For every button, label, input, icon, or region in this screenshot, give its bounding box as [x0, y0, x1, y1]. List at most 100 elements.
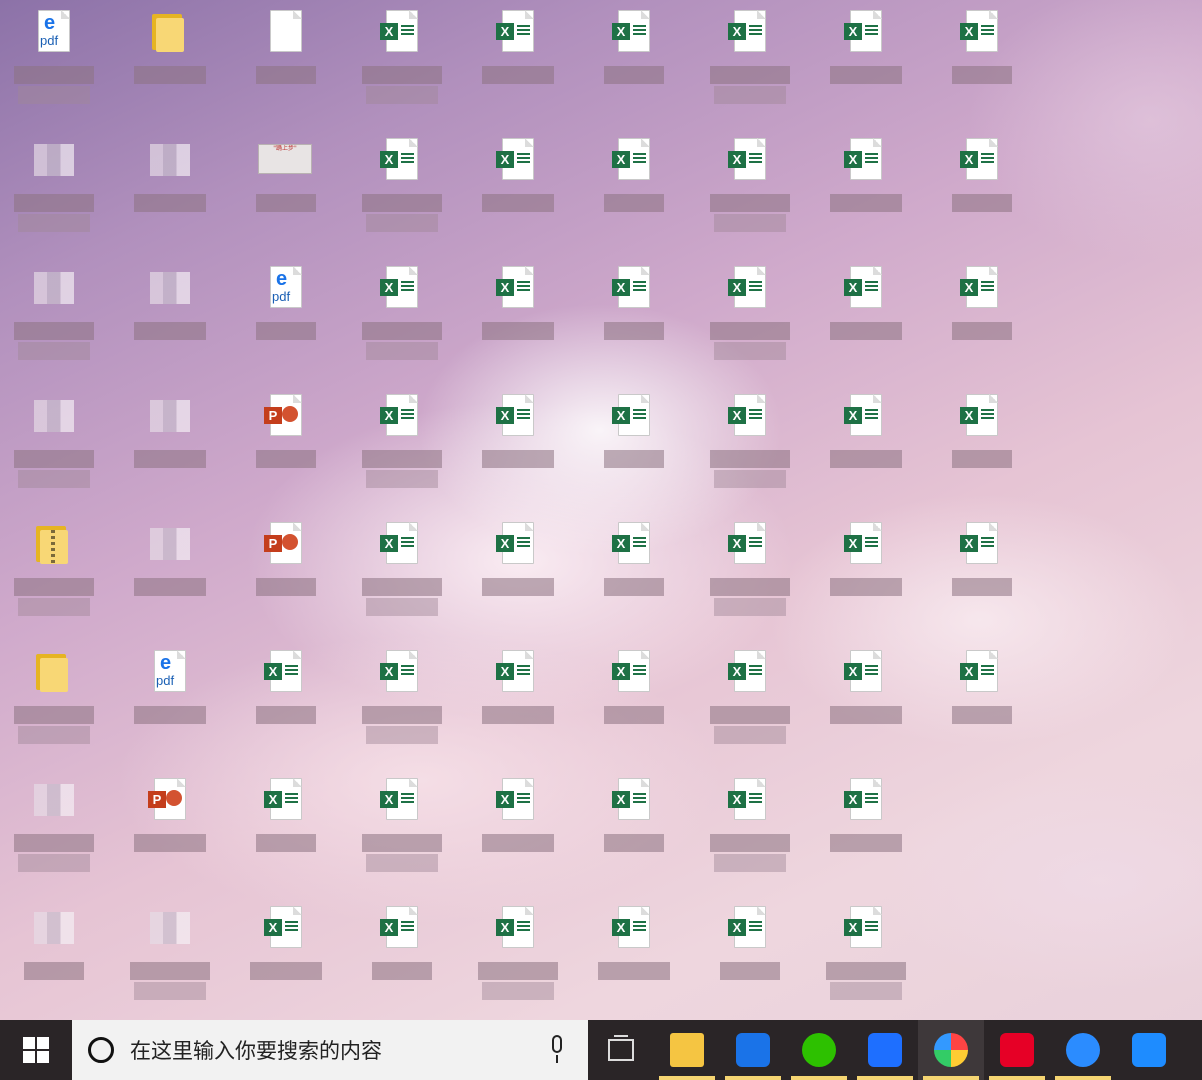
excel-file-icon: X — [496, 906, 540, 950]
desktop-icon[interactable]: X — [816, 770, 916, 894]
desktop-icon[interactable]: X — [352, 258, 452, 382]
desktop-icon[interactable]: X — [352, 2, 452, 126]
desktop-icon-label-redacted — [826, 578, 906, 598]
desktop-icon[interactable]: X — [584, 770, 684, 894]
excel-file-icon: X — [380, 266, 424, 310]
desktop-icon[interactable]: X — [700, 898, 800, 1022]
desktop-icon[interactable]: X — [700, 2, 800, 126]
desktop-icon[interactable]: X — [468, 258, 568, 382]
desktop-icon[interactable]: X — [236, 770, 336, 894]
excel-file-icon: X — [496, 778, 540, 822]
desktop-icon[interactable]: X — [584, 258, 684, 382]
desktop-icon[interactable]: e pdf — [120, 642, 220, 766]
edge-icon — [736, 1033, 770, 1067]
task-view-button[interactable] — [588, 1020, 654, 1080]
pen-icon — [1132, 1033, 1166, 1067]
desktop-icon[interactable]: X — [352, 130, 452, 254]
desktop-icon[interactable]: X — [700, 130, 800, 254]
desktop-icon[interactable] — [4, 770, 104, 894]
microphone-icon[interactable] — [548, 1035, 566, 1065]
desktop-icon[interactable]: X — [584, 386, 684, 510]
desktop-icon[interactable]: e pdf — [236, 258, 336, 382]
desktop-icon[interactable]: X — [468, 514, 568, 638]
excel-file-icon: X — [844, 10, 888, 54]
excel-file-icon: X — [380, 650, 424, 694]
desktop-icon[interactable]: X — [584, 2, 684, 126]
desktop-icon[interactable]: X — [468, 898, 568, 1022]
desktop-icon[interactable]: X — [700, 514, 800, 638]
desktop-icon[interactable]: X — [932, 130, 1032, 254]
taskbar-app-file-explorer[interactable] — [654, 1020, 720, 1080]
desktop-icon[interactable]: X — [584, 130, 684, 254]
start-button[interactable] — [0, 1020, 72, 1080]
desktop-icon[interactable]: X — [352, 386, 452, 510]
desktop-icon[interactable]: X — [468, 386, 568, 510]
desktop-icon[interactable]: X — [468, 2, 568, 126]
desktop-icon[interactable]: X — [932, 258, 1032, 382]
desktop-icon-label-redacted — [246, 66, 326, 86]
desktop-icon[interactable]: X — [584, 898, 684, 1022]
desktop-icon[interactable]: P — [236, 386, 336, 510]
desktop-icon[interactable] — [4, 130, 104, 254]
desktop-icon[interactable]: X — [816, 386, 916, 510]
desktop-icon[interactable]: P — [120, 770, 220, 894]
taskbar-app-qq-browser[interactable] — [1050, 1020, 1116, 1080]
desktop-icon[interactable]: X — [816, 130, 916, 254]
desktop-icon[interactable]: X — [584, 514, 684, 638]
taskbar-app-notes[interactable] — [1116, 1020, 1182, 1080]
excel-file-icon: X — [612, 778, 656, 822]
taskbar-app-edge[interactable] — [720, 1020, 786, 1080]
desktop-icon[interactable]: X — [352, 898, 452, 1022]
desktop-icon[interactable]: X — [816, 514, 916, 638]
desktop-icon-label-redacted — [478, 834, 558, 854]
desktop-icon[interactable]: X — [700, 258, 800, 382]
excel-file-icon: X — [380, 10, 424, 54]
desktop-icon[interactable]: X — [700, 386, 800, 510]
taskbar-app-tencent-meeting[interactable] — [852, 1020, 918, 1080]
desktop-icon[interactable]: X — [932, 642, 1032, 766]
desktop-icon[interactable]: "踊上步" — [236, 130, 336, 254]
desktop-icon[interactable]: e pdf — [4, 2, 104, 126]
desktop-icon[interactable] — [236, 2, 336, 126]
desktop-icon[interactable]: X — [236, 898, 336, 1022]
desktop-icon[interactable]: X — [932, 386, 1032, 510]
desktop-icon[interactable] — [4, 898, 104, 1022]
desktop-icon[interactable] — [120, 258, 220, 382]
desktop-icon[interactable]: X — [816, 258, 916, 382]
desktop-icon[interactable]: X — [932, 514, 1032, 638]
desktop-icon[interactable] — [120, 898, 220, 1022]
desktop-icon[interactable]: X — [816, 898, 916, 1022]
desktop-icon[interactable]: X — [352, 642, 452, 766]
taskbar-app-colorful-app[interactable] — [918, 1020, 984, 1080]
desktop-icon[interactable] — [4, 386, 104, 510]
desktop-icon[interactable]: X — [932, 2, 1032, 126]
cortana-icon[interactable] — [88, 1037, 114, 1063]
desktop-icon[interactable]: X — [236, 642, 336, 766]
taskbar-search-box[interactable]: 在这里输入你要搜索的内容 — [72, 1020, 588, 1080]
excel-file-icon: X — [844, 522, 888, 566]
desktop-icon[interactable] — [4, 642, 104, 766]
desktop-icon[interactable]: X — [584, 642, 684, 766]
taskbar-app-netease-music[interactable] — [984, 1020, 1050, 1080]
desktop-icon[interactable]: P — [236, 514, 336, 638]
desktop-icon[interactable]: X — [468, 642, 568, 766]
desktop-icon[interactable] — [120, 386, 220, 510]
desktop-icon[interactable]: X — [468, 770, 568, 894]
desktop-icon[interactable]: X — [468, 130, 568, 254]
desktop-icon-label-redacted — [478, 962, 558, 1002]
desktop-icon[interactable]: X — [816, 642, 916, 766]
desktop-icon[interactable] — [120, 514, 220, 638]
desktop-icon[interactable] — [4, 514, 104, 638]
desktop-icon[interactable]: X — [700, 770, 800, 894]
desktop-icon[interactable]: X — [352, 770, 452, 894]
desktop-icon-label-redacted — [362, 66, 442, 106]
excel-file-icon: X — [844, 394, 888, 438]
desktop-icon[interactable]: X — [352, 514, 452, 638]
desktop-icon[interactable]: X — [700, 642, 800, 766]
desktop-icon[interactable] — [120, 130, 220, 254]
desktop-icon[interactable]: X — [816, 2, 916, 126]
desktop-icon-label-redacted — [478, 322, 558, 342]
taskbar-app-wechat[interactable] — [786, 1020, 852, 1080]
desktop-icon[interactable] — [4, 258, 104, 382]
desktop-icon[interactable] — [120, 2, 220, 126]
